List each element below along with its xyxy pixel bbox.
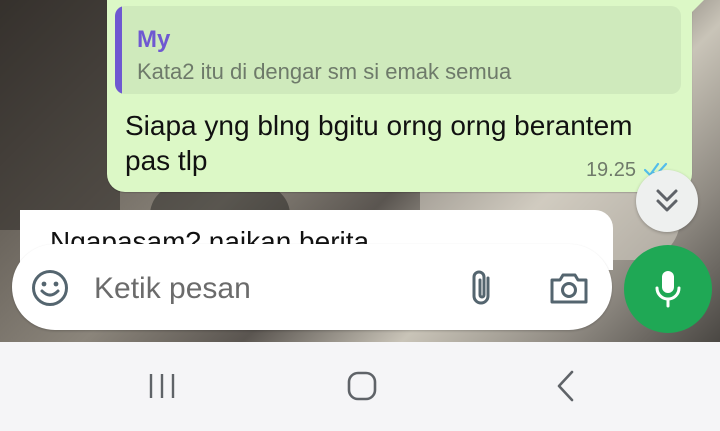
back-icon[interactable] <box>536 364 596 408</box>
quoted-message[interactable]: My Kata2 itu di dengar sm si emak semua <box>115 6 681 94</box>
home-icon[interactable] <box>332 364 392 408</box>
scroll-to-bottom-button[interactable] <box>636 170 698 232</box>
mic-icon <box>655 271 681 308</box>
wallpaper-shape <box>0 0 120 230</box>
double-chevron-down-icon <box>656 189 678 212</box>
camera-icon[interactable] <box>548 270 590 306</box>
voice-message-button[interactable] <box>624 245 712 333</box>
paperclip-icon[interactable] <box>464 268 500 308</box>
quoted-sender-name: My <box>137 26 171 53</box>
quoted-message-text: Kata2 itu di dengar sm si emak semua <box>137 59 512 84</box>
message-timestamp: 19.25 <box>585 159 636 181</box>
quote-accent-bar <box>115 6 122 94</box>
recents-icon[interactable] <box>132 364 192 408</box>
message-input[interactable] <box>92 266 416 312</box>
outgoing-message-bubble[interactable]: My Kata2 itu di dengar sm si emak semua … <box>107 0 704 192</box>
emoji-icon[interactable] <box>30 268 70 308</box>
message-composer <box>12 244 612 330</box>
system-navigation-bar <box>0 342 720 431</box>
